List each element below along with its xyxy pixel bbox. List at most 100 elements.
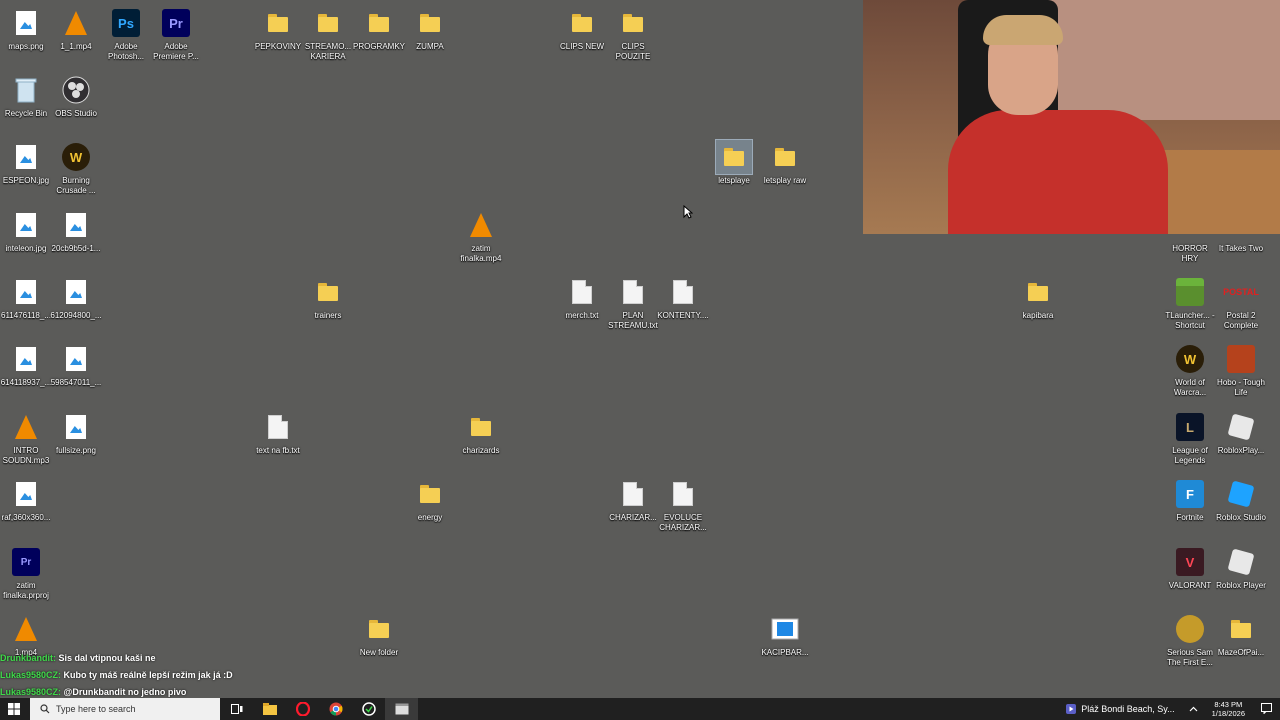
taskbar-app[interactable] <box>352 698 385 720</box>
desktop-icon-recycle-bin[interactable]: Recycle Bin <box>0 73 52 119</box>
desktop-icon-photoshop[interactable]: Ps Adobe Photosh... <box>100 6 152 62</box>
vlc-icon <box>463 208 499 242</box>
desktop-icon-kontenty[interactable]: KONTENTY.... <box>657 275 709 321</box>
notification-icon <box>1261 702 1272 715</box>
vlc-icon <box>8 410 44 444</box>
media-widget[interactable]: Pláž Bondi Beach, Sy... <box>1058 704 1182 714</box>
desktop-icon-20cb9b5d[interactable]: 20cb9b5d-1... <box>50 208 102 254</box>
image-file-icon <box>8 6 44 40</box>
text-file-icon <box>615 275 651 309</box>
folder-icon <box>412 477 448 511</box>
chat-message: Lukas9580CZ: Kubo ty máš reálně lepší re… <box>0 670 233 680</box>
folder-icon <box>715 139 753 175</box>
desktop-icon-roblox-player[interactable]: Roblox Player <box>1215 545 1267 591</box>
desktop-icon-burning-crusade[interactable]: W Burning Crusade ... <box>50 140 102 196</box>
desktop-icon-charizards[interactable]: charizards <box>455 410 507 456</box>
desktop-icon-1_1-mp4[interactable]: 1_1.mp4 <box>50 6 102 52</box>
text-file-icon <box>564 275 600 309</box>
desktop-icon-598547011[interactable]: 598547011_... <box>50 342 102 388</box>
photoshop-icon: Ps <box>108 6 144 40</box>
desktop-icon-league-of-legends[interactable]: L League of Legends <box>1164 410 1216 466</box>
folder-icon <box>767 140 803 174</box>
text-file-icon <box>260 410 296 444</box>
image-file-icon <box>8 140 44 174</box>
chevron-up-icon <box>1189 706 1198 712</box>
app-icon <box>361 702 376 716</box>
desktop-icon-clips-pouzite[interactable]: CLIPS POUZITE <box>607 6 659 62</box>
desktop-icon-trainers[interactable]: trainers <box>302 275 354 321</box>
desktop-icon-zatim-finalka-mp4[interactable]: zatim finalka.mp4 <box>455 208 507 264</box>
desktop-icon-energy[interactable]: energy <box>404 477 456 523</box>
desktop-icon-obs-studio[interactable]: OBS Studio <box>50 73 102 119</box>
taskbar-window[interactable] <box>385 698 418 720</box>
desktop-icon-tlauncher[interactable]: TLauncher... - Shortcut <box>1164 275 1216 331</box>
desktop-icon-premiere[interactable]: Pr Adobe Premiere P... <box>150 6 202 62</box>
window-icon <box>395 703 408 715</box>
taskbar-clock[interactable]: 8:43 PM 1/18/2026 <box>1204 700 1253 718</box>
desktop-icon-roblox-studio[interactable]: Roblox Studio <box>1215 477 1267 523</box>
desktop-icon-611476118[interactable]: 611476118_... <box>0 275 52 321</box>
desktop-icon-charizar[interactable]: CHARIZAR... <box>607 477 659 523</box>
desktop-icon-text-na-fb[interactable]: text na fb.txt <box>252 410 304 456</box>
desktop-icon-zumpa[interactable]: ZUMPA <box>404 6 456 52</box>
desktop-icon-fullsize-png[interactable]: fullsize.png <box>50 410 102 456</box>
desktop-icon-raf-360x360[interactable]: raf,360x360... <box>0 477 52 523</box>
desktop-icon-kapibara[interactable]: kapibara <box>1012 275 1064 321</box>
desktop-icon-serious-sam[interactable]: Serious Sam The First E... <box>1164 612 1216 668</box>
desktop-icon-new-folder[interactable]: New folder <box>353 612 405 658</box>
desktop-icon-evoluce-charizar[interactable]: EVOLUCE CHARIZAR... <box>657 477 709 533</box>
show-hidden-icons-button[interactable] <box>1183 704 1204 714</box>
folder-icon <box>310 275 346 309</box>
desktop-icon-robloxplay[interactable]: RobloxPlay... <box>1215 410 1267 456</box>
desktop-icon-612094800[interactable]: 612094800_... <box>50 275 102 321</box>
desktop-icon-merch-txt[interactable]: merch.txt <box>556 275 608 321</box>
desktop-icon-letsplay-raw[interactable]: letsplay raw <box>759 140 811 186</box>
image-file-icon <box>767 612 803 646</box>
opera-icon <box>295 702 310 716</box>
roblox-icon <box>1223 545 1259 579</box>
folder-icon <box>1020 275 1056 309</box>
desktop-icon-programky[interactable]: PROGRAMKY <box>353 6 405 52</box>
task-view-button[interactable] <box>220 698 253 720</box>
desktop-icon-streamo-kariera[interactable]: STREAMO... KARIERA <box>302 6 354 62</box>
premiere-project-icon: Pr <box>8 545 44 579</box>
taskbar-opera[interactable] <box>286 698 319 720</box>
folder-icon <box>310 6 346 40</box>
league-icon: L <box>1172 410 1208 444</box>
desktop-icon-intro-soudn[interactable]: INTRO SOUDN.mp3 <box>0 410 52 466</box>
taskbar-file-explorer[interactable] <box>253 698 286 720</box>
recycle-bin-icon <box>8 73 44 107</box>
desktop-icon-614118937[interactable]: 614118937_... <box>0 342 52 388</box>
desktop-icon-valorant[interactable]: V VALORANT <box>1164 545 1216 591</box>
taskbar: Type here to search Pláž Bondi Beach, Sy… <box>0 698 1280 720</box>
image-file-icon <box>8 275 44 309</box>
desktop-icon-clips-new[interactable]: CLIPS NEW <box>556 6 608 52</box>
desktop-icon-mazeofpai[interactable]: MazeOfPai... <box>1215 612 1267 658</box>
desktop-icon-plan-streamu[interactable]: PLAN STREAMU.txt <box>607 275 659 331</box>
desktop-icon-fortnite[interactable]: F Fortnite <box>1164 477 1216 523</box>
desktop-icon-letsplaye[interactable]: letsplaye <box>708 139 760 186</box>
serious-sam-icon <box>1172 612 1208 646</box>
taskbar-search-box[interactable]: Type here to search <box>30 698 220 720</box>
desktop-icon-kacipbar[interactable]: KACIPBAR... <box>759 612 811 658</box>
desktop-icon-pepkoviny[interactable]: PEPKOVINY <box>252 6 304 52</box>
image-file-icon <box>58 208 94 242</box>
hobo-icon <box>1223 342 1259 376</box>
desktop-icon-zatim-finalka-prproj[interactable]: Pr zatim finalka.prproj <box>0 545 52 601</box>
desktop-icon-maps-png[interactable]: maps.png <box>0 6 52 52</box>
folder-icon <box>361 6 397 40</box>
desktop-icon-postal-2[interactable]: POSTAL Postal 2 Complete <box>1215 275 1267 331</box>
stream-chat-overlay: Drunkbandit: Sis dal vtipnou kaši ne Luk… <box>0 650 233 701</box>
desktop-icon-inteleon-jpg[interactable]: inteleon.jpg <box>0 208 52 254</box>
search-icon <box>40 704 50 714</box>
folder-icon <box>615 6 651 40</box>
vlc-icon <box>8 612 44 646</box>
folder-icon <box>361 612 397 646</box>
desktop-icon-world-of-warcraft[interactable]: W World of Warcra... <box>1164 342 1216 398</box>
notification-button[interactable] <box>1253 702 1280 716</box>
desktop-icon-espeon-jpg[interactable]: ESPEON.jpg <box>0 140 52 186</box>
start-button[interactable] <box>0 698 28 720</box>
desktop-icon-hobo[interactable]: Hobo - Tough Life <box>1215 342 1267 398</box>
taskbar-chrome[interactable] <box>319 698 352 720</box>
folder-icon <box>564 6 600 40</box>
